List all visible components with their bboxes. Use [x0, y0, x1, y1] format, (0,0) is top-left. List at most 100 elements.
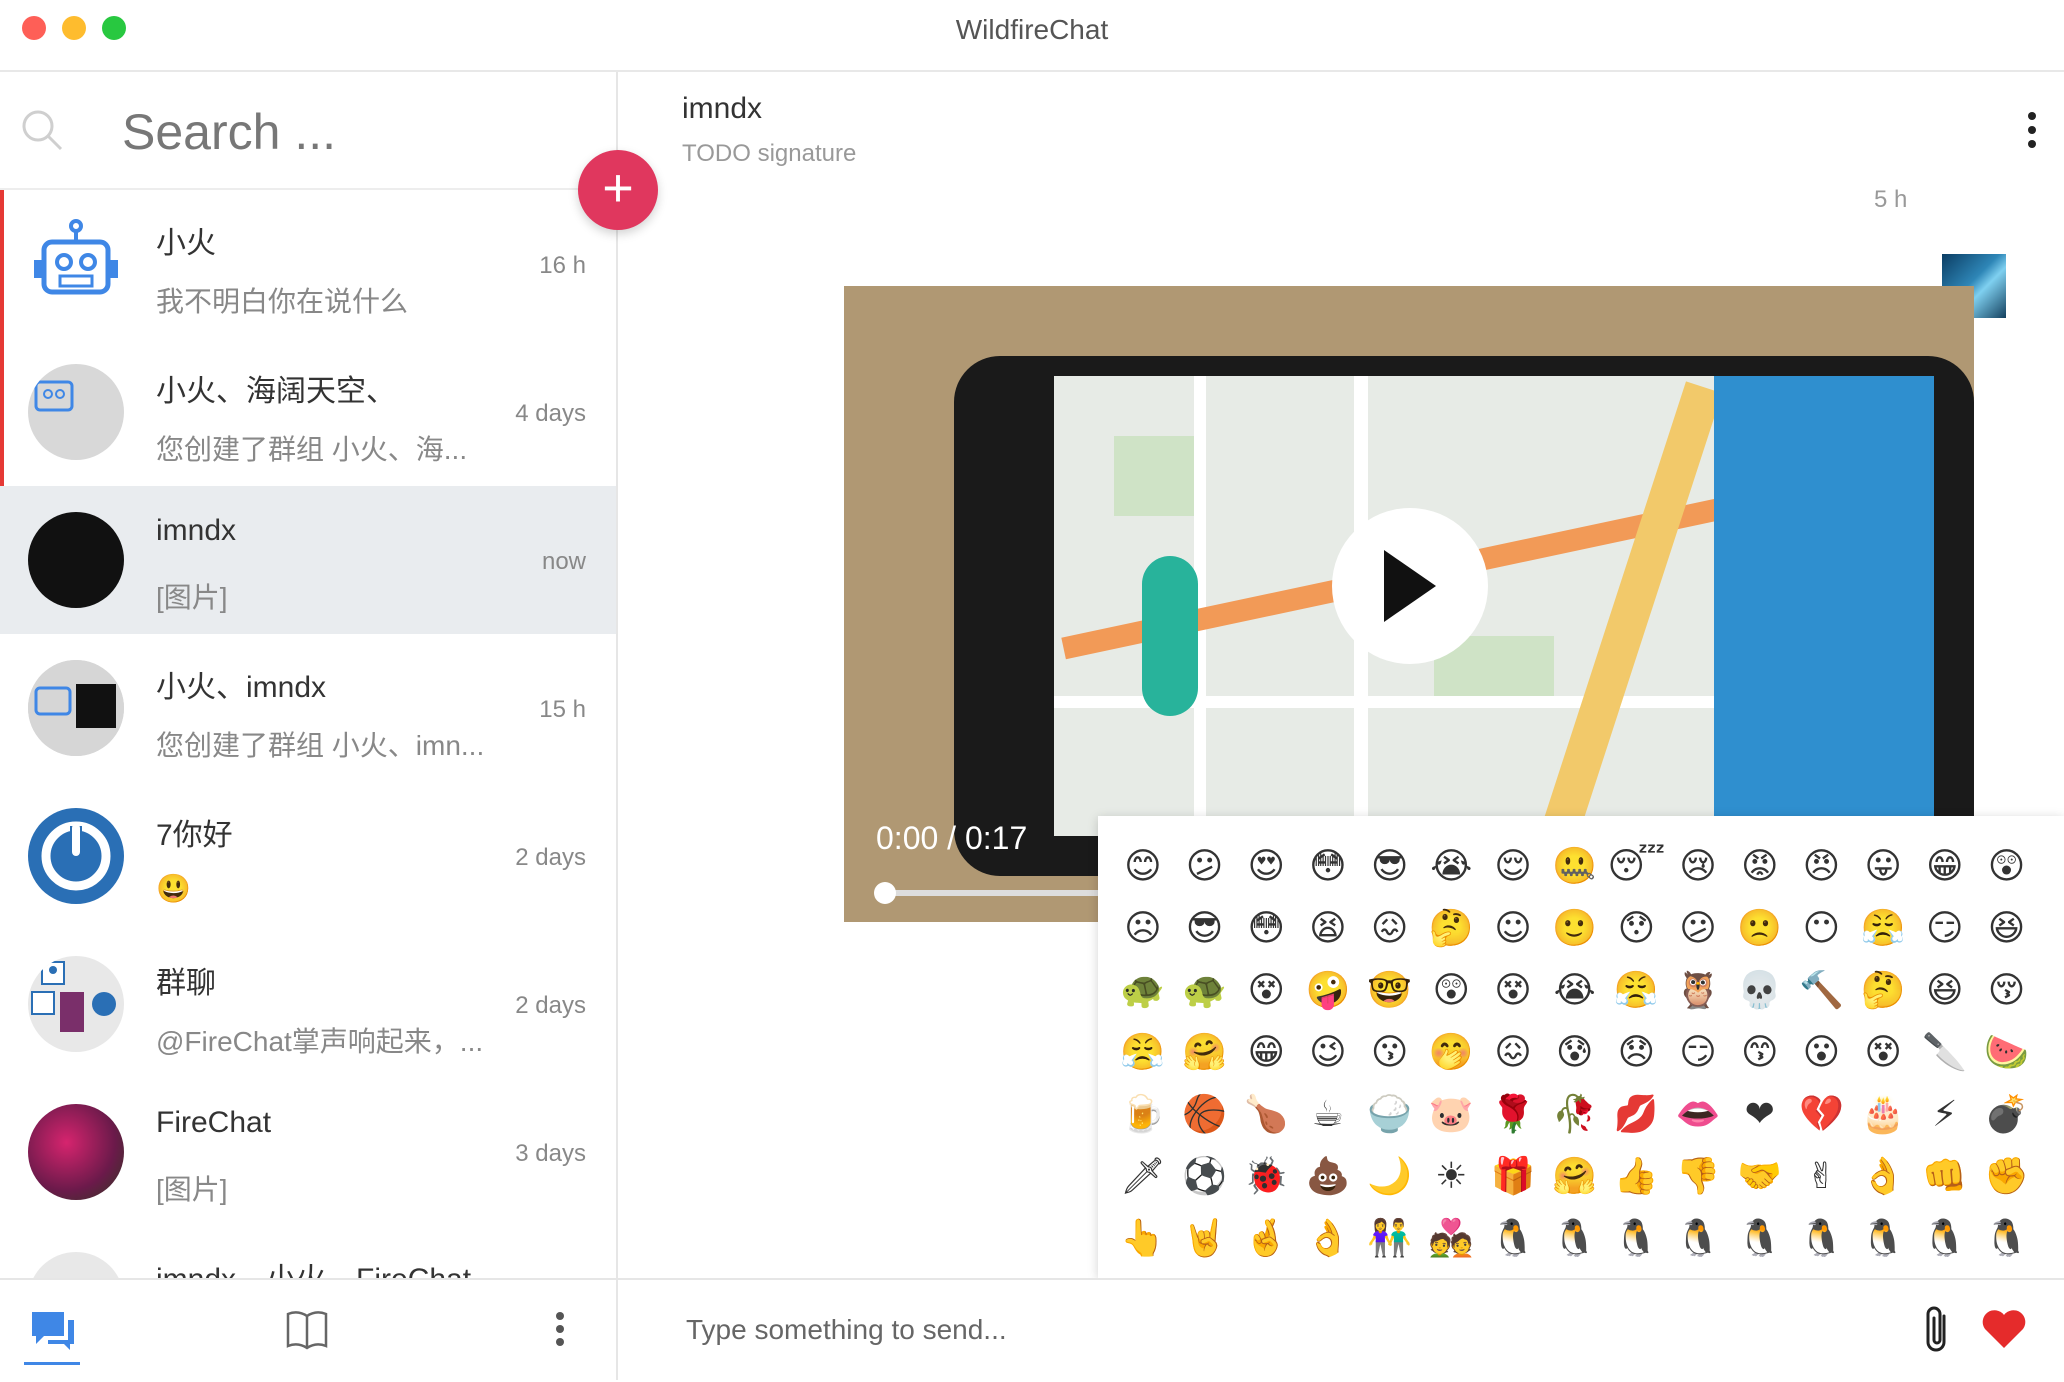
- message-input[interactable]: [684, 1302, 1788, 1358]
- emoji-item[interactable]: 💣: [1976, 1084, 2038, 1146]
- emoji-item[interactable]: 🤘: [1174, 1208, 1236, 1270]
- emoji-item[interactable]: 🐞: [1235, 1146, 1297, 1208]
- emoji-item[interactable]: 😚: [1976, 960, 2038, 1022]
- emoji-item[interactable]: 😲: [1420, 960, 1482, 1022]
- emoji-item[interactable]: 🍚: [1359, 1084, 1421, 1146]
- emoji-item[interactable]: ❤: [1729, 1084, 1791, 1146]
- emoji-item[interactable]: 👍: [1606, 1146, 1668, 1208]
- emoji-item[interactable]: 💔: [1791, 1084, 1853, 1146]
- add-conversation-button[interactable]: +: [578, 150, 658, 230]
- emoji-item[interactable]: 😭: [1544, 960, 1606, 1022]
- emoji-item[interactable]: 🎂: [1852, 1084, 1914, 1146]
- emoji-item[interactable]: 💑: [1420, 1208, 1482, 1270]
- emoji-item[interactable]: 🐧: [1544, 1208, 1606, 1270]
- emoji-item[interactable]: 😵: [1482, 960, 1544, 1022]
- emoji-item[interactable]: 🌙: [1359, 1146, 1421, 1208]
- emoji-item[interactable]: 😳: [1235, 898, 1297, 960]
- conversation-item[interactable]: imndx、小火、FireChat: [0, 1226, 616, 1278]
- emoji-item[interactable]: 😎: [1174, 898, 1236, 960]
- video-scrubber-knob[interactable]: [874, 882, 896, 904]
- emoji-item[interactable]: 👌: [1852, 1146, 1914, 1208]
- emoji-item[interactable]: ☹: [1112, 898, 1174, 960]
- emoji-item[interactable]: ☕: [1297, 1084, 1359, 1146]
- conversation-item[interactable]: 小火、海阔天空、 您创建了群组 小火、海... 4 days: [0, 338, 616, 486]
- emoji-item[interactable]: 🤝: [1729, 1146, 1791, 1208]
- emoji-item[interactable]: 🍉: [1976, 1022, 2038, 1084]
- emoji-item[interactable]: 🐧: [1914, 1208, 1976, 1270]
- attachment-icon[interactable]: [1920, 1304, 1954, 1356]
- chat-icon[interactable]: [28, 1306, 78, 1356]
- emoji-item[interactable]: 😖: [1359, 898, 1421, 960]
- emoji-item[interactable]: 💋: [1606, 1084, 1668, 1146]
- emoji-item[interactable]: 👎: [1667, 1146, 1729, 1208]
- emoji-item[interactable]: 🤭: [1420, 1022, 1482, 1084]
- emoji-item[interactable]: 😫: [1297, 898, 1359, 960]
- emoji-item[interactable]: 🐧: [1606, 1208, 1668, 1270]
- emoji-item[interactable]: 😤: [1852, 898, 1914, 960]
- emoji-item[interactable]: 🤐: [1544, 836, 1606, 898]
- emoji-item[interactable]: 🐧: [1852, 1208, 1914, 1270]
- conversation-item[interactable]: FireChat [图片] 3 days: [0, 1078, 616, 1226]
- emoji-item[interactable]: 😤: [1606, 960, 1668, 1022]
- emoji-item[interactable]: 😗: [1359, 1022, 1421, 1084]
- more-icon[interactable]: [548, 1304, 572, 1354]
- emoji-item[interactable]: 😉: [1297, 1022, 1359, 1084]
- emoji-item[interactable]: 🙂: [1544, 898, 1606, 960]
- emoji-item[interactable]: 😡: [1729, 836, 1791, 898]
- emoji-item[interactable]: 🐧: [1482, 1208, 1544, 1270]
- emoji-item[interactable]: 🐧: [1667, 1208, 1729, 1270]
- chat-menu-icon[interactable]: [2026, 110, 2038, 150]
- emoji-item[interactable]: 🍺: [1112, 1084, 1174, 1146]
- emoji-item[interactable]: 😠: [1791, 836, 1853, 898]
- emoji-item[interactable]: 🏀: [1174, 1084, 1236, 1146]
- emoji-item[interactable]: 😮: [1791, 1022, 1853, 1084]
- emoji-item[interactable]: 🐧: [1729, 1208, 1791, 1270]
- emoji-item[interactable]: 🦉: [1667, 960, 1729, 1022]
- emoji-item[interactable]: 🤞: [1235, 1208, 1297, 1270]
- emoji-item[interactable]: 👊: [1914, 1146, 1976, 1208]
- conversation-item[interactable]: imndx [图片] now: [0, 486, 616, 634]
- emoji-item[interactable]: 😰: [1544, 1022, 1606, 1084]
- emoji-item[interactable]: 💀: [1729, 960, 1791, 1022]
- emoji-item[interactable]: 😛: [1852, 836, 1914, 898]
- emoji-item[interactable]: 😭: [1420, 836, 1482, 898]
- emoji-item[interactable]: 🥀: [1544, 1084, 1606, 1146]
- emoji-item[interactable]: ✌: [1791, 1146, 1853, 1208]
- emoji-item[interactable]: 😤: [1112, 1022, 1174, 1084]
- emoji-item[interactable]: 🌹: [1482, 1084, 1544, 1146]
- conversation-item[interactable]: 小火 我不明白你在说什么 16 h: [0, 190, 616, 338]
- emoji-item[interactable]: 😕: [1667, 898, 1729, 960]
- conversation-item[interactable]: 群聊 @FireChat掌声响起来，... 2 days: [0, 930, 616, 1078]
- emoji-item[interactable]: 😯: [1606, 898, 1668, 960]
- emoji-item[interactable]: 😳: [1297, 836, 1359, 898]
- emoji-item[interactable]: 🤔: [1852, 960, 1914, 1022]
- heart-icon[interactable]: [1980, 1308, 2028, 1350]
- contacts-book-icon[interactable]: [284, 1306, 330, 1352]
- emoji-item[interactable]: ✊: [1976, 1146, 2038, 1208]
- emoji-item[interactable]: 👄: [1667, 1084, 1729, 1146]
- emoji-item[interactable]: 🐧: [1976, 1208, 2038, 1270]
- emoji-item[interactable]: 👫: [1359, 1208, 1421, 1270]
- emoji-item[interactable]: 😏: [1667, 1022, 1729, 1084]
- emoji-item[interactable]: ☀: [1420, 1146, 1482, 1208]
- emoji-item[interactable]: 🤪: [1297, 960, 1359, 1022]
- emoji-item[interactable]: 🐢: [1174, 960, 1236, 1022]
- emoji-item[interactable]: 😆: [1976, 898, 2038, 960]
- emoji-item[interactable]: 😍: [1235, 836, 1297, 898]
- emoji-item[interactable]: 😁: [1914, 836, 1976, 898]
- play-button[interactable]: [1332, 508, 1488, 664]
- emoji-item[interactable]: 😁: [1235, 1022, 1297, 1084]
- emoji-item[interactable]: 😞: [1606, 1022, 1668, 1084]
- emoji-item[interactable]: 😎: [1359, 836, 1421, 898]
- emoji-item[interactable]: 🤗: [1174, 1022, 1236, 1084]
- emoji-item[interactable]: 😕: [1174, 836, 1236, 898]
- search-input[interactable]: [120, 96, 544, 168]
- emoji-item[interactable]: 😌: [1482, 836, 1544, 898]
- emoji-item[interactable]: 🐢: [1112, 960, 1174, 1022]
- emoji-item[interactable]: 😵: [1235, 960, 1297, 1022]
- emoji-item[interactable]: 💩: [1297, 1146, 1359, 1208]
- emoji-item[interactable]: 👌: [1297, 1208, 1359, 1270]
- emoji-item[interactable]: 👆: [1112, 1208, 1174, 1270]
- emoji-item[interactable]: 😊: [1112, 836, 1174, 898]
- emoji-item[interactable]: 🙁: [1729, 898, 1791, 960]
